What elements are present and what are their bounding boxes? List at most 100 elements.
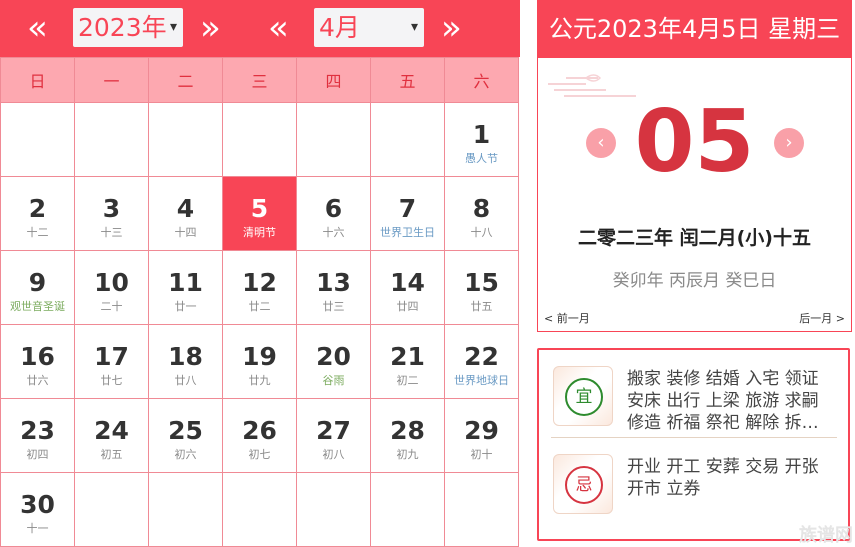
month-select[interactable]: 4月 ▾ [314,8,424,47]
weekday-mon: 一 [74,57,149,103]
day-number: 4 [176,194,195,223]
weekday-sun: 日 [0,57,75,103]
day-number: 30 [20,490,55,519]
day-cell-3[interactable]: 3 十三 [74,176,149,251]
day-cell-2[interactable]: 2 十二 [0,176,75,251]
day-lunar-label: 十八 [470,226,493,239]
day-cell-20[interactable]: 20 谷雨 [296,324,371,399]
day-detail-box: ‹ 05 › 二零二三年 闰二月(小)十五 癸卯年 丙辰月 癸巳日 < 前一月 … [537,58,852,332]
day-cell-9[interactable]: 9 观世音圣诞 [0,250,75,325]
day-lunar-label: 初八 [322,448,345,461]
day-cell-24[interactable]: 24 初五 [74,398,149,473]
day-number: 18 [168,342,203,371]
chevron-down-icon: ▾ [169,19,177,35]
day-number: 7 [398,194,417,223]
yi-ji-panel: 宜 搬家 装修 结婚 入宅 领证 安床 出行 上梁 旅游 求嗣 修造 祈福 祭祀… [537,348,850,541]
week-row: 2 十二 3 十三 4 十四 5 清明节 6 十六 7 世界卫生日 8 十八 [0,176,519,251]
day-cell-11[interactable]: 11 廿一 [148,250,223,325]
day-cell-13[interactable]: 13 廿三 [296,250,371,325]
day-cell-4[interactable]: 4 十四 [148,176,223,251]
empty-cell [148,472,223,547]
day-number: 25 [168,416,203,445]
day-lunar-label: 初九 [396,448,419,461]
day-cell-1[interactable]: 1 愚人节 [444,102,519,177]
lunar-date: 二零二三年 闰二月(小)十五 [578,227,811,249]
chevron-right-icon: › [785,132,793,153]
next-year-button[interactable]: » [200,9,221,47]
day-lunar-label: 初四 [26,448,49,461]
day-number: 27 [316,416,351,445]
day-number: 23 [20,416,55,445]
day-number: 24 [94,416,129,445]
prev-month-button[interactable]: « [268,9,289,47]
next-month-button[interactable]: » [441,9,462,47]
day-lunar-label: 十六 [322,226,345,239]
weekday-tue: 二 [148,57,223,103]
day-lunar-label: 初十 [470,448,493,461]
day-cell-22[interactable]: 22 世界地球日 [444,324,519,399]
day-lunar-label: 观世音圣诞 [10,300,65,313]
week-row: 30 十一 [0,472,519,547]
day-number: 13 [316,268,351,297]
day-lunar-label: 廿四 [396,300,419,313]
day-lunar-label: 初六 [174,448,197,461]
next-month-link[interactable]: 后一月 > [799,310,845,326]
prev-year-button[interactable]: « [27,9,48,47]
day-lunar-label: 廿一 [174,300,197,313]
day-number: 15 [464,268,499,297]
day-lunar-label: 世界地球日 [454,374,509,387]
day-cell-16[interactable]: 16 廿六 [0,324,75,399]
prev-month-link[interactable]: < 前一月 [544,310,590,326]
day-cell-5[interactable]: 5 清明节 [222,176,297,251]
empty-cell [370,472,445,547]
weekday-header-row: 日 一 二 三 四 五 六 [0,57,519,103]
next-day-button[interactable]: › [774,128,804,158]
day-lunar-label: 廿三 [322,300,345,313]
day-cell-23[interactable]: 23 初四 [0,398,75,473]
empty-cell [370,102,445,177]
day-cell-12[interactable]: 12 廿二 [222,250,297,325]
year-select[interactable]: 2023年 ▾ [73,8,183,47]
day-cell-19[interactable]: 19 廿九 [222,324,297,399]
day-cell-28[interactable]: 28 初九 [370,398,445,473]
day-cell-29[interactable]: 29 初十 [444,398,519,473]
day-number: 21 [390,342,425,371]
day-cell-10[interactable]: 10 二十 [74,250,149,325]
day-cell-8[interactable]: 8 十八 [444,176,519,251]
day-number: 2 [28,194,47,223]
day-cell-27[interactable]: 27 初八 [296,398,371,473]
day-cell-30[interactable]: 30 十一 [0,472,75,547]
day-cell-6[interactable]: 6 十六 [296,176,371,251]
calendar-body: 1 愚人节 2 十二 3 十三 4 十四 5 清明节 6 十六 7 世界卫生日 8 十八 9 观世音圣诞 10 二十 1… [0,102,519,547]
day-cell-14[interactable]: 14 廿四 [370,250,445,325]
day-lunar-label: 初二 [396,374,419,387]
week-row: 9 观世音圣诞 10 二十 11 廿一 12 廿二 13 廿三 14 廿四 15 廿五 [0,250,519,325]
day-number: 12 [242,268,277,297]
day-number: 3 [102,194,121,223]
weekday-wed: 三 [222,57,297,103]
day-cell-17[interactable]: 17 廿七 [74,324,149,399]
day-cell-15[interactable]: 15 廿五 [444,250,519,325]
yi-badge: 宜 [553,366,613,426]
day-cell-21[interactable]: 21 初二 [370,324,445,399]
empty-cell [0,102,75,177]
day-cell-25[interactable]: 25 初六 [148,398,223,473]
empty-cell [222,102,297,177]
day-lunar-label: 二十 [100,300,123,313]
day-cell-18[interactable]: 18 廿八 [148,324,223,399]
day-lunar-label: 十一 [26,522,49,535]
day-cell-7[interactable]: 7 世界卫生日 [370,176,445,251]
yi-activities: 搬家 装修 结婚 入宅 领证 安床 出行 上梁 旅游 求嗣 修造 祈福 祭祀 解… [627,369,819,433]
yi-label: 宜 [565,378,603,416]
day-cell-26[interactable]: 26 初七 [222,398,297,473]
site-watermark: 族谱网 [799,525,853,546]
empty-cell [222,472,297,547]
day-lunar-label: 十三 [100,226,123,239]
day-lunar-label: 初七 [248,448,271,461]
empty-cell [296,472,371,547]
chevron-down-icon: ▾ [410,19,418,35]
day-number: 28 [390,416,425,445]
day-number: 9 [28,268,47,297]
day-lunar-label: 十四 [174,226,197,239]
calendar: « 2023年 ▾ » « 4月 ▾ » 日 一 二 三 四 五 六 1 愚人节… [0,0,520,547]
